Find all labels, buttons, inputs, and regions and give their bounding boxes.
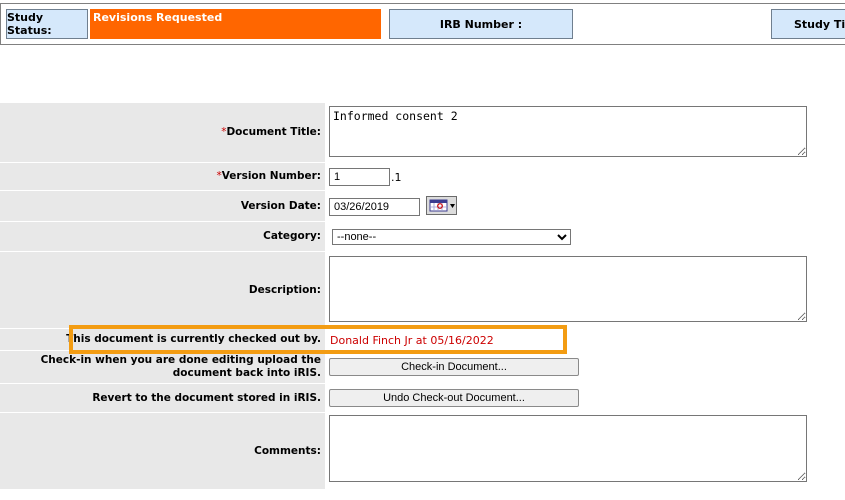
version-date-label: Version Date: [0,191,325,222]
description-label: Description: [0,252,325,329]
document-title-label: * Document Title: [0,103,325,163]
undo-checkout-button[interactable]: Undo Check-out Document... [329,389,579,407]
study-title-label: Study Title [771,9,845,39]
description-row: Description: [0,252,845,329]
version-number-label: * Version Number: [0,163,325,191]
study-status-bar: Study Status: Revisions Requested IRB Nu… [0,3,845,45]
version-number-suffix: .1 [391,171,402,184]
revert-row: Revert to the document stored in iRIS. U… [0,384,845,413]
calendar-icon [429,199,455,212]
comments-row: Comments: [0,413,845,490]
category-label: Category: [0,222,325,252]
version-number-input[interactable] [329,168,390,186]
checkin-document-button[interactable]: Check-in Document... [329,358,579,376]
irb-number-label: IRB Number : [389,9,573,39]
category-select[interactable]: --none-- [332,229,571,245]
checkout-notice-label: This document is currently checked out b… [0,329,325,351]
version-number-row: *Version Number: .1 [0,163,845,191]
checkin-row: Check-in when you are done editing uploa… [0,351,845,384]
version-number-label-text: Version Number: [221,170,321,182]
study-status-label: Study Status: [6,9,88,39]
document-title-row: * Document Title: Informed consent 2 [0,103,845,163]
category-row: Category: --none-- [0,222,845,252]
checkin-label: Check-in when you are done editing uploa… [0,351,325,384]
study-status-value: Revisions Requested [90,9,381,39]
comments-label: Comments: [0,413,325,490]
version-date-row: Version Date: [0,191,845,222]
comments-field[interactable] [329,415,807,482]
checkout-by-value: Donald Finch Jr at 05/16/2022 [325,331,561,351]
document-title-field[interactable]: Informed consent 2 [329,106,807,157]
revert-label: Revert to the document stored in iRIS. [0,384,325,413]
document-title-label-text: Document Title: [226,126,321,138]
version-date-input[interactable] [329,198,420,216]
calendar-picker-button[interactable] [426,196,457,215]
description-field[interactable] [329,256,807,322]
